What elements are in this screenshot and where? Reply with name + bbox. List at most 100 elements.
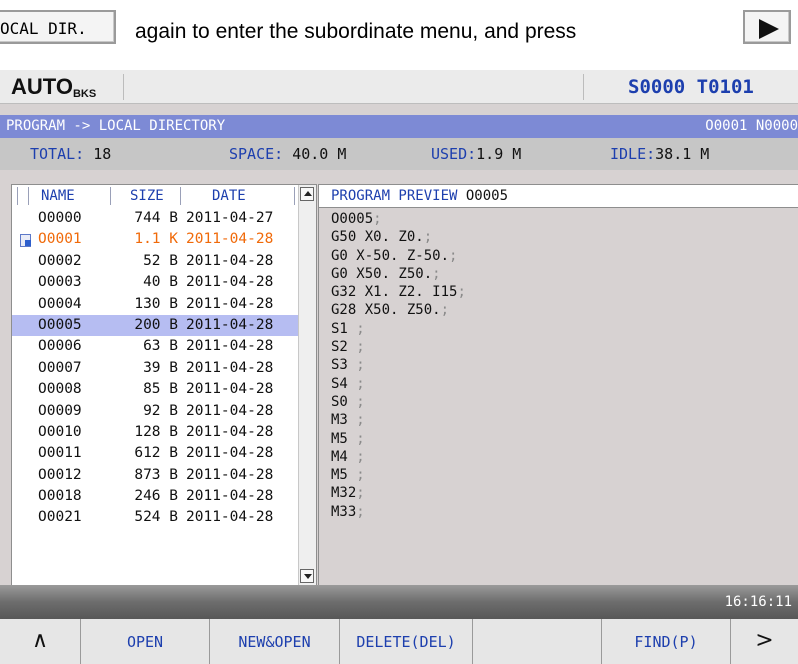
code-line: S4 ; <box>331 375 365 392</box>
file-row[interactable]: O0009 92 B 2011-04-28 <box>12 401 298 422</box>
code-line: S1 ; <box>331 320 365 337</box>
code-line: S2 ; <box>331 339 365 356</box>
space-size: SPACE: 40.0 M <box>229 145 346 163</box>
total-count: TOTAL: 18 <box>30 145 111 163</box>
preview-header: PROGRAM PREVIEW O0005 <box>319 185 798 208</box>
softkey-next[interactable]: > <box>730 619 798 664</box>
code-text: M4 <box>331 448 357 465</box>
system-clock: 16:16:11 <box>724 594 792 610</box>
chevron-down-icon <box>304 574 312 579</box>
column-separator <box>28 187 29 205</box>
softkey-open[interactable]: OPEN <box>80 619 209 664</box>
file-date: 2011-04-28 <box>186 445 274 462</box>
play-key[interactable] <box>743 10 791 44</box>
file-row[interactable]: O0006 63 B 2011-04-28 <box>12 336 298 357</box>
file-date: 2011-04-28 <box>186 316 274 333</box>
code-line: M33; <box>331 503 365 520</box>
file-name: O0003 <box>38 274 82 291</box>
code-text: S4 <box>331 375 357 392</box>
code-text: G32 X1. Z2. I15 <box>331 284 458 301</box>
local-dir-key-label: OCAL DIR. <box>0 19 87 38</box>
idle-size: IDLE:38.1 M <box>610 145 709 163</box>
file-size: 873 B <box>134 466 178 483</box>
file-list-scrollbar[interactable] <box>298 185 316 585</box>
spindle-tool-readout: S0000 T0101 <box>628 76 754 98</box>
file-list-panel: NAME SIZE DATE O0000 744 B 2011-04-27 O000… <box>11 184 317 586</box>
file-date: 2011-04-28 <box>186 338 274 355</box>
status-bar: AUTOBKS S0000 T0101 <box>0 70 798 104</box>
file-size: 92 B <box>143 402 178 419</box>
file-row[interactable]: O0007 39 B 2011-04-28 <box>12 358 298 379</box>
file-size: 200 B <box>134 316 178 333</box>
column-header-name[interactable]: NAME <box>41 188 75 204</box>
code-line: G32 X1. Z2. I15; <box>331 284 466 301</box>
file-size: 1.1 K <box>134 231 178 248</box>
file-row-selected[interactable]: O0005 200 B 2011-04-28 <box>12 314 298 337</box>
file-row[interactable]: O0000 744 B 2011-04-27 <box>12 208 298 229</box>
softkey-new-open-label: NEW&OPEN <box>238 633 311 651</box>
play-icon <box>759 19 779 39</box>
file-size: 246 B <box>134 488 178 505</box>
file-name: O0012 <box>38 466 82 483</box>
file-date: 2011-04-28 <box>186 509 274 526</box>
file-date: 2011-04-28 <box>186 359 274 376</box>
scroll-down-button[interactable] <box>300 569 314 583</box>
program-code: O0005; G50 X0. Z0.; G0 X-50. Z-50.; G0 X… <box>331 211 466 522</box>
code-line: M5 ; <box>331 467 365 484</box>
file-size: 39 B <box>143 359 178 376</box>
file-name: O0007 <box>38 359 82 376</box>
softkey-back[interactable]: ∧ <box>0 619 80 664</box>
page-title: PROGRAM -> LOCAL DIRECTORY <box>6 118 226 134</box>
used-size: USED:1.9 M <box>431 145 521 163</box>
space-label: SPACE: <box>229 145 284 163</box>
column-separator <box>17 187 18 205</box>
file-name: O0005 <box>38 316 82 333</box>
column-header-date[interactable]: DATE <box>212 188 246 204</box>
file-row[interactable]: O0004 130 B 2011-04-28 <box>12 294 298 315</box>
storage-summary: TOTAL: 18 SPACE: 40.0 M USED:1.9 M IDLE:… <box>0 138 798 170</box>
file-size: 52 B <box>143 252 178 269</box>
program-number: O0001 N0000 <box>705 118 798 134</box>
softkey-find-label: FIND(P) <box>634 633 698 651</box>
status-separator <box>123 74 124 100</box>
file-row[interactable]: O0010 128 B 2011-04-28 <box>12 422 298 443</box>
file-row-current[interactable]: O0001 1.1 K 2011-04-28 <box>12 229 298 250</box>
local-dir-key[interactable]: OCAL DIR. <box>0 10 116 44</box>
file-row[interactable]: O0021 524 B 2011-04-28 <box>12 507 298 528</box>
column-separator <box>294 187 295 205</box>
program-preview-panel: PROGRAM PREVIEW O0005 O0005; G50 X0. Z0.… <box>318 184 798 585</box>
code-text: M33 <box>331 503 357 520</box>
file-row[interactable]: O0018 246 B 2011-04-28 <box>12 486 298 507</box>
mode-sub: BKS <box>72 88 97 100</box>
code-text: S3 <box>331 357 357 374</box>
preview-title: PROGRAM PREVIEW O0005 <box>331 188 508 204</box>
code-line: M5 ; <box>331 430 365 447</box>
softkey-new-open[interactable]: NEW&OPEN <box>209 619 339 664</box>
file-row[interactable]: O0011 612 B 2011-04-28 <box>12 443 298 464</box>
clock-bar: 16:16:11 <box>0 585 798 619</box>
file-size: 40 B <box>143 274 178 291</box>
total-value: 18 <box>93 145 112 163</box>
status-separator <box>583 74 584 100</box>
softkey-empty[interactable] <box>472 619 601 664</box>
file-row[interactable]: O0003 40 B 2011-04-28 <box>12 272 298 293</box>
code-text: M5 <box>331 430 357 447</box>
softkey-delete-label: DELETE(DEL) <box>356 633 456 651</box>
file-row[interactable]: O0008 85 B 2011-04-28 <box>12 379 298 400</box>
column-separator <box>180 187 181 205</box>
column-header-size[interactable]: SIZE <box>130 188 164 204</box>
softkey-delete[interactable]: DELETE(DEL) <box>339 619 472 664</box>
file-row[interactable]: O0012 873 B 2011-04-28 <box>12 465 298 486</box>
current-program-icon <box>20 234 31 248</box>
cnc-screen: AUTOBKS S0000 T0101 PROGRAM -> LOCAL DIR… <box>0 70 798 664</box>
softkey-find[interactable]: FIND(P) <box>601 619 730 664</box>
scroll-up-button[interactable] <box>300 187 314 201</box>
column-separator <box>110 187 111 205</box>
used-value: 1.9 M <box>476 145 522 163</box>
code-line: M4 ; <box>331 448 365 465</box>
code-text: M32 <box>331 485 357 502</box>
file-date: 2011-04-28 <box>186 252 274 269</box>
file-size: 130 B <box>134 295 178 312</box>
file-row[interactable]: O0002 52 B 2011-04-28 <box>12 251 298 272</box>
operation-mode: AUTOBKS <box>11 74 96 100</box>
